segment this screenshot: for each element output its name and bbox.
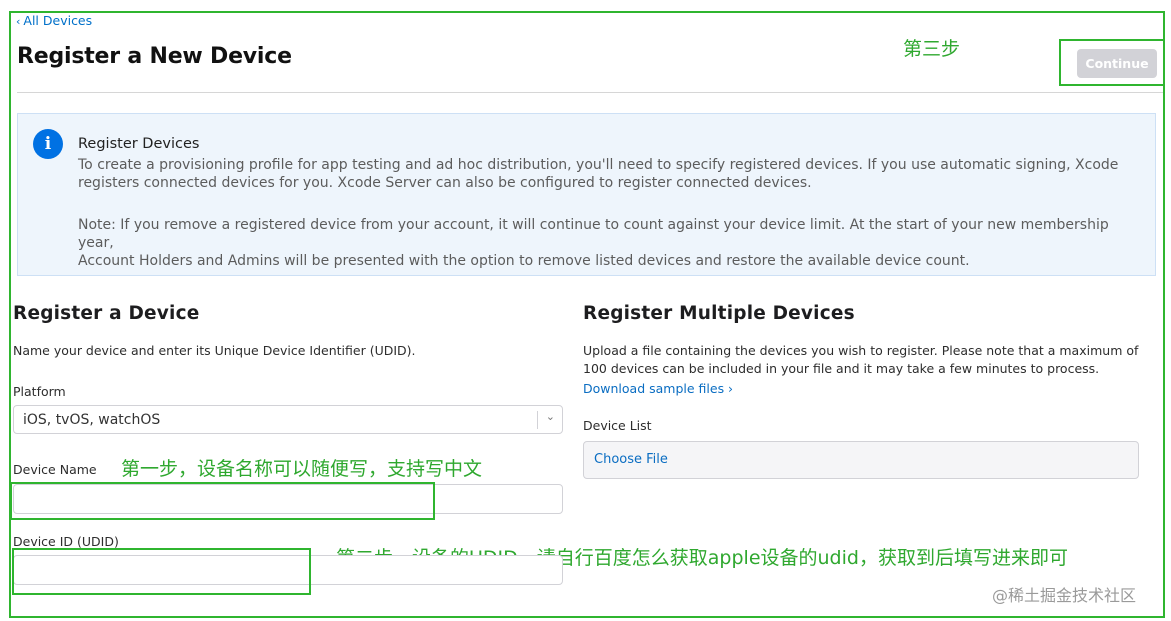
info-p2-line1: Note: If you remove a registered device … [78, 217, 1109, 251]
platform-select-value: iOS, tvOS, watchOS [23, 412, 161, 428]
info-p2-line2: Account Holders and Admins will be prese… [78, 253, 970, 269]
multiple-desc-line1: Upload a file containing the devices you… [583, 343, 1139, 358]
header-divider [17, 92, 1163, 93]
info-p1-line2: registers connected devices for you. Xco… [78, 175, 812, 191]
register-device-description: Name your device and enter its Unique De… [13, 343, 416, 358]
watermark: @稀土掘金技术社区 [992, 586, 1137, 605]
page-title: Register a New Device [17, 44, 292, 69]
choose-file-label: Choose File [594, 452, 668, 467]
multiple-desc-line2: 100 devices can be included in your file… [583, 361, 1100, 376]
register-device-title: Register a Device [13, 303, 200, 324]
annotation-step3: 第三步 [903, 38, 961, 60]
info-icon: i [33, 129, 63, 159]
platform-select[interactable]: iOS, tvOS, watchOS ⌄ [13, 405, 563, 434]
download-sample-files-link[interactable]: Download sample files › [583, 381, 733, 396]
annotation-frame-device-id [12, 548, 311, 595]
platform-label: Platform [13, 384, 66, 399]
back-link-label: All Devices [23, 13, 93, 28]
info-paragraph-2: Note: If you remove a registered device … [78, 216, 1138, 270]
chevron-left-icon: ‹ [16, 15, 21, 28]
choose-file-button[interactable]: Choose File [583, 441, 1139, 479]
select-separator [537, 411, 538, 429]
device-list-label: Device List [583, 418, 652, 433]
info-p1-line1: To create a provisioning profile for app… [78, 157, 1119, 173]
register-multiple-description: Upload a file containing the devices you… [583, 342, 1138, 378]
chevron-down-icon: ⌄ [545, 410, 555, 423]
device-name-label: Device Name [13, 462, 97, 477]
annotation-step1: 第一步，设备名称可以随便写，支持写中文 [121, 458, 483, 480]
info-title: Register Devices [78, 136, 200, 152]
continue-button[interactable]: Continue [1077, 49, 1157, 78]
register-multiple-title: Register Multiple Devices [583, 303, 855, 324]
back-link-all-devices[interactable]: ‹ All Devices [16, 13, 92, 28]
annotation-frame-device-name [10, 482, 435, 520]
info-paragraph-1: To create a provisioning profile for app… [78, 156, 1138, 192]
device-id-label: Device ID (UDID) [13, 534, 119, 549]
